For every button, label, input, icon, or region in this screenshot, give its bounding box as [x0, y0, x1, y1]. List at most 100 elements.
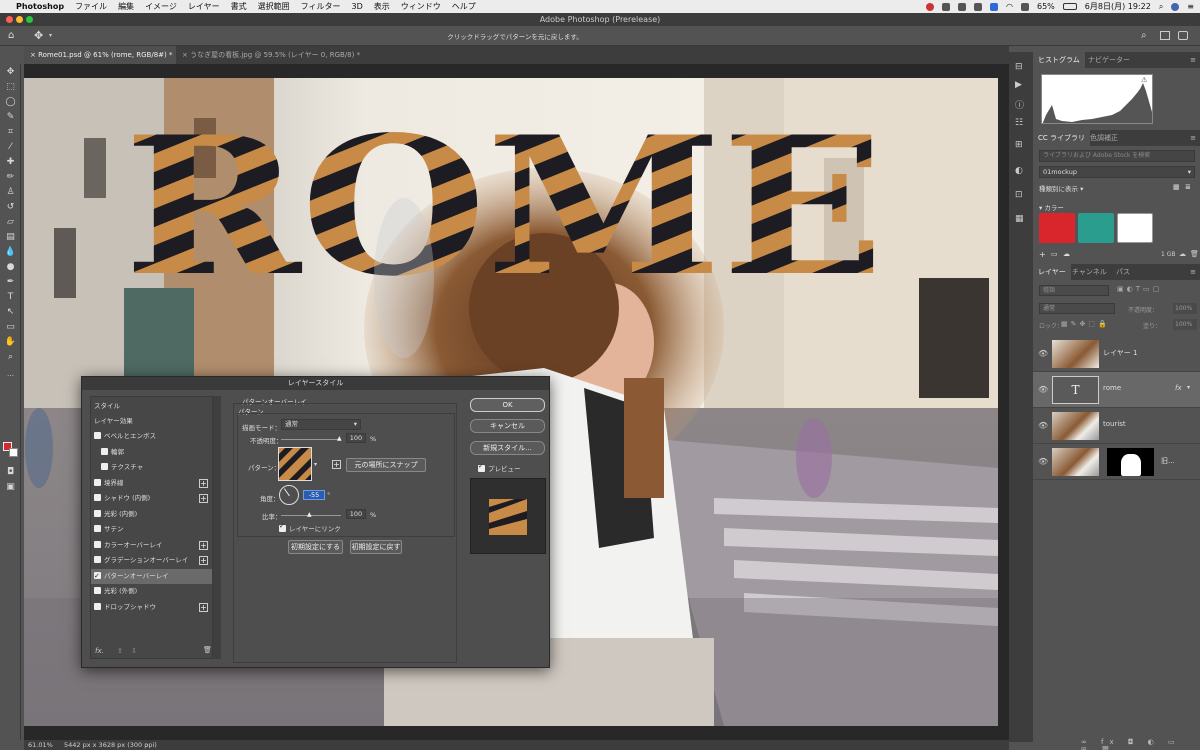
close-window-icon[interactable] [6, 16, 13, 23]
effect-item[interactable]: パターンオーバーレイ [91, 568, 212, 584]
play-actions-icon[interactable]: ▶ [1015, 80, 1022, 90]
cancel-button[interactable]: キャンセル [470, 419, 545, 433]
hand-tool-icon[interactable]: ✋ [4, 336, 17, 348]
zoom-level[interactable]: 61.01% [28, 740, 53, 750]
tab-navigator[interactable]: ナビゲーター [1083, 52, 1135, 68]
reset-to-default-button[interactable]: 初期設定に戻す [350, 540, 402, 554]
checkbox[interactable] [94, 540, 101, 548]
tab-rome01[interactable]: × Rome01.psd @ 61% (rome, RGB/8#) * [24, 46, 176, 64]
blend-mode-select[interactable]: 通常 ▾ [281, 419, 361, 430]
angle-input[interactable]: -55 [303, 490, 325, 500]
input-method-icon[interactable] [990, 2, 999, 11]
close-tab-icon[interactable]: × [182, 51, 190, 59]
effect-item[interactable]: 輪郭 [91, 445, 212, 460]
effects-header[interactable]: レイヤー効果 [91, 414, 212, 429]
new-preset-icon[interactable]: + [332, 460, 341, 469]
layer-row-selected[interactable]: 👁 T rome fx ▾ [1033, 372, 1200, 408]
grid-view-icon[interactable]: ▦ [1173, 183, 1180, 191]
add-effect-icon[interactable]: + [199, 494, 208, 503]
effect-item[interactable]: 光彩 (内側) [91, 507, 212, 522]
tab-cc-libraries[interactable]: CC ライブラリ [1033, 130, 1091, 146]
scale-input[interactable]: 100 [346, 509, 366, 519]
menu-edit[interactable]: 編集 [118, 1, 134, 12]
menu-select[interactable]: 選択範囲 [258, 1, 290, 12]
checkbox-checked[interactable] [279, 522, 286, 532]
blend-mode-select[interactable]: 通常 [1039, 303, 1115, 314]
properties-icon[interactable]: ☷ [1015, 118, 1023, 128]
checkbox-checked[interactable] [94, 569, 101, 584]
checkbox[interactable] [94, 556, 101, 563]
add-library-item-icon[interactable]: + [1039, 250, 1046, 259]
user-avatar-icon[interactable] [1171, 2, 1180, 11]
color-swatch-teal[interactable] [1078, 213, 1114, 243]
menu-3d[interactable]: 3D [352, 2, 363, 11]
menu-filter[interactable]: フィルター [301, 1, 341, 12]
checkbox[interactable] [101, 447, 108, 455]
layer-actions-bar[interactable]: ∞ fx ◘ ◐ ▭ ⊞ 🗑 [1081, 738, 1200, 750]
menu-view[interactable]: 表示 [374, 1, 390, 12]
eye-icon[interactable]: 👁 [1038, 457, 1048, 466]
library-select[interactable]: 01mockup ▾ [1039, 166, 1195, 178]
opacity-slider[interactable] [281, 439, 341, 440]
swatches-icon[interactable]: ▦ [1015, 214, 1024, 224]
new-style-button[interactable]: 新規スタイル... [470, 441, 545, 455]
colors-group[interactable]: ▾ カラー [1039, 202, 1064, 212]
fx-menu-icon[interactable]: fx. [95, 647, 104, 655]
volume-icon[interactable] [1021, 2, 1029, 11]
minimize-window-icon[interactable] [16, 16, 23, 23]
add-effect-icon[interactable]: + [199, 602, 208, 612]
pattern-picker[interactable] [278, 447, 312, 481]
zoom-window-icon[interactable] [26, 16, 33, 23]
history-icon[interactable]: ⊟ [1015, 62, 1023, 72]
opacity-input[interactable]: 100 [346, 433, 366, 443]
status-app-icon-3[interactable] [974, 2, 983, 11]
preview-checkbox[interactable]: プレビュー [478, 462, 521, 473]
blur-tool-icon[interactable]: 💧 [4, 246, 17, 258]
opacity-input[interactable]: 100% [1173, 303, 1197, 314]
tab-histogram[interactable]: ヒストグラム [1033, 52, 1085, 68]
eraser-tool-icon[interactable]: ▱ [4, 216, 17, 228]
menu-type[interactable]: 書式 [231, 1, 247, 12]
trash-icon[interactable]: 🗑 [1190, 250, 1199, 258]
panel-menu-icon[interactable]: ≡ [1190, 264, 1196, 280]
eye-icon[interactable]: 👁 [1038, 349, 1048, 358]
color-swatch-red[interactable] [1039, 213, 1075, 243]
rectangle-tool-icon[interactable]: ▭ [4, 321, 17, 333]
menu-layer[interactable]: レイヤー [188, 1, 220, 12]
workspace-icon[interactable] [1160, 31, 1170, 40]
search-icon[interactable]: ⌕ [1141, 30, 1147, 41]
status-app-icon[interactable] [942, 2, 951, 11]
history-brush-tool-icon[interactable]: ↺ [4, 201, 17, 213]
layer-mask-thumbnail[interactable] [1107, 448, 1154, 476]
folder-icon[interactable]: ▭ [1051, 250, 1058, 258]
make-default-button[interactable]: 初期設定にする [288, 540, 343, 554]
eye-icon[interactable]: 👁 [1038, 385, 1048, 394]
link-with-layer-checkbox[interactable]: レイヤーにリンク [279, 522, 341, 533]
view-by-type[interactable]: 種類別に表示 ▾ [1039, 183, 1083, 193]
chevron-right-icon[interactable]: › [146, 740, 149, 750]
dodge-tool-icon[interactable]: ● [4, 261, 17, 273]
add-effect-icon[interactable]: + [199, 478, 208, 488]
cloud-icon[interactable]: ☁ [1179, 250, 1186, 258]
share-icon[interactable] [1178, 31, 1188, 40]
background-color-swatch[interactable] [9, 448, 18, 457]
layer-name[interactable]: rome [1103, 384, 1121, 392]
layer-filter-select[interactable]: 種類 [1039, 285, 1109, 296]
more-tools-icon[interactable]: … [4, 368, 17, 380]
menu-help[interactable]: ヘルプ [452, 1, 476, 12]
adjustments-icon[interactable]: ◐ [1015, 166, 1023, 176]
fx-icon[interactable]: fx [1175, 384, 1182, 392]
lock-icons[interactable]: ▦✎✥⬚🔒 [1061, 320, 1110, 328]
effect-item[interactable]: ドロップシャドウ + [91, 600, 212, 615]
effect-item[interactable]: グラデーションオーバーレイ + [91, 553, 212, 568]
checkbox[interactable] [101, 463, 108, 470]
checkbox[interactable] [94, 602, 101, 610]
panel-menu-icon[interactable]: ≡ [1190, 52, 1196, 68]
checkbox[interactable] [94, 478, 101, 486]
menubar-clock[interactable]: 6月8日(月) 19:22 [1085, 1, 1151, 12]
path-select-tool-icon[interactable]: ↖ [4, 306, 17, 318]
effect-item[interactable]: 光彩 (外側) [91, 584, 212, 599]
layer-name[interactable]: tourist [1103, 420, 1126, 428]
checkbox[interactable] [94, 494, 101, 501]
menu-file[interactable]: ファイル [75, 1, 107, 12]
